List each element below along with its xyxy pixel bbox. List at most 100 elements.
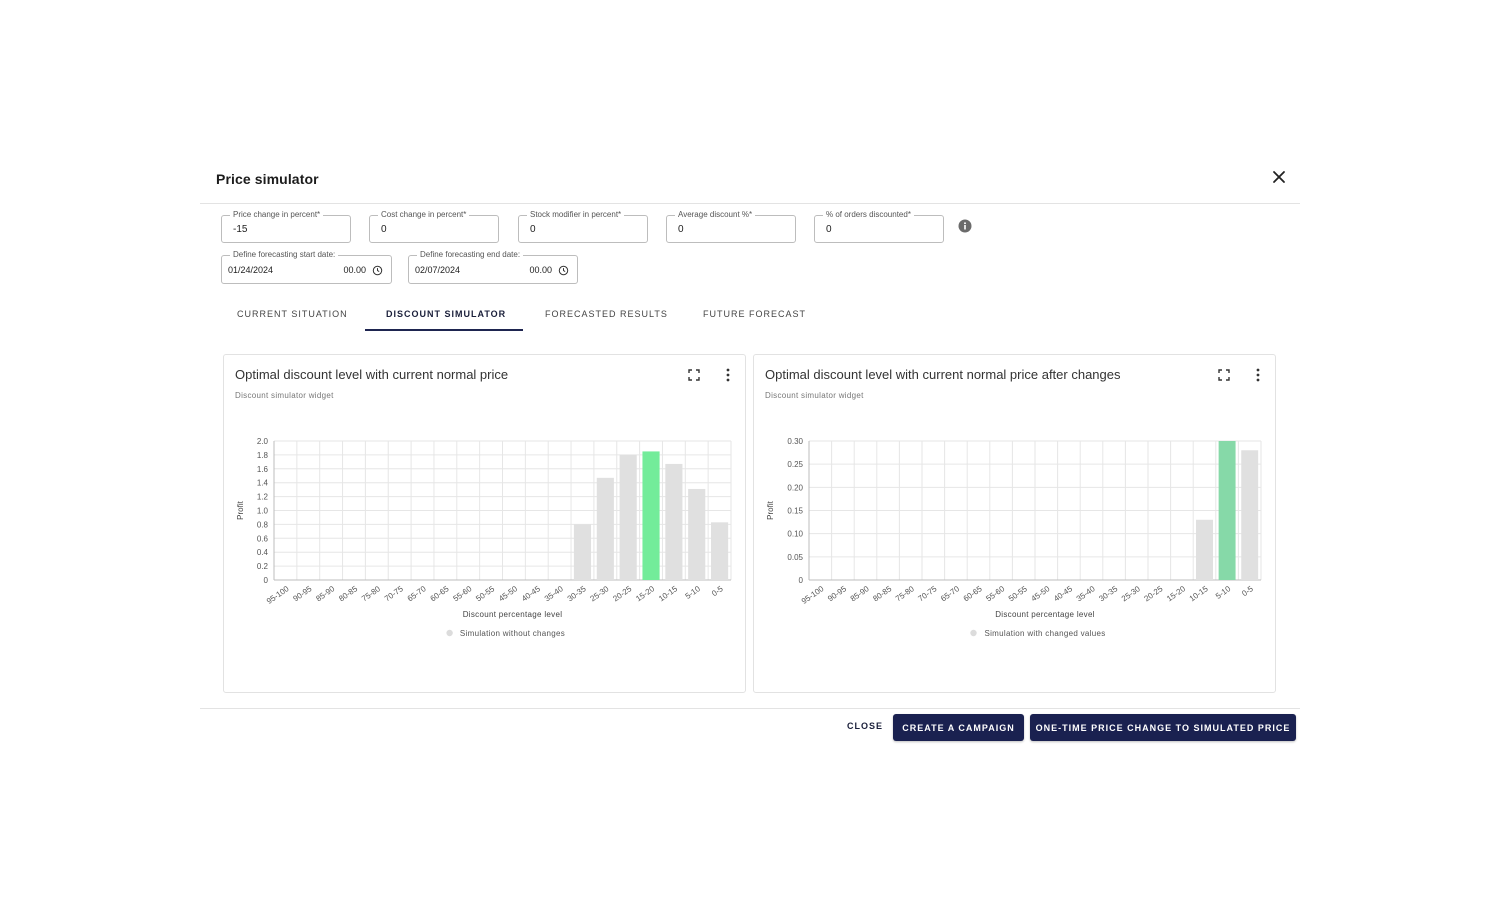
x-tick-label: 45-50 [497,584,519,603]
price-change-field[interactable]: Price change in percent* -15 [221,209,351,243]
x-tick-label: 15-20 [1165,584,1187,603]
price-change-value[interactable]: -15 [233,224,247,235]
cost-change-value[interactable]: 0 [381,224,387,235]
bar [665,463,683,580]
stock-modifier-field[interactable]: Stock modifier in percent* 0 [518,209,648,243]
orders-discounted-value[interactable]: 0 [826,224,832,235]
card-title: Optimal discount level with current norm… [235,367,509,382]
x-tick-label: 75-80 [360,584,382,603]
forecast-start-time-value[interactable]: 00.00 [343,265,366,275]
y-axis-label: Profit [236,500,245,519]
info-icon[interactable] [958,219,972,233]
more-vert-icon[interactable] [721,367,735,383]
bar [596,477,614,580]
x-tick-label: 60-65 [429,584,451,603]
y-tick-label: 2.0 [257,437,269,446]
tab-future-forecast[interactable]: FUTURE FORECAST [703,309,806,319]
x-tick-label: 85-90 [849,584,871,603]
y-tick-label: 1.4 [257,479,269,488]
more-vert-icon[interactable] [1251,367,1265,383]
bar [1196,519,1213,580]
y-tick-label: 0 [264,576,269,585]
card-subtitle: Discount simulator widget [765,391,864,400]
stock-modifier-value[interactable]: 0 [530,224,536,235]
price-change-label: Price change in percent* [230,209,324,221]
forecast-start-date-value[interactable]: 01/24/2024 [228,265,273,275]
tab-current-situation[interactable]: CURRENT SITUATION [237,309,348,319]
x-tick-label: 0-5 [1240,584,1255,598]
x-tick-label: 30-35 [566,584,588,603]
active-tab-indicator [365,329,523,331]
clock-icon[interactable] [372,265,383,276]
x-axis-label: Discount percentage level [463,610,563,619]
average-discount-value[interactable]: 0 [678,224,684,235]
x-tick-label: 35-40 [543,584,565,603]
x-tick-label: 55-60 [451,584,473,603]
clock-icon[interactable] [558,265,569,276]
close-button[interactable]: CLOSE [847,721,883,731]
chart-grid [273,440,732,581]
bar [688,488,706,580]
card-title: Optimal discount level with current norm… [765,367,1121,382]
tab-forecasted-results[interactable]: FORECASTED RESULTS [545,309,668,319]
forecast-end-date-label: Define forecasting end date: [417,249,524,261]
x-tick-label: 45-50 [1030,584,1052,603]
y-tick-label: 0.05 [787,553,803,562]
average-discount-field[interactable]: Average discount %* 0 [666,209,796,243]
optimal-bar [642,451,660,580]
x-tick-label: 80-85 [871,584,893,603]
y-tick-label: 1.8 [257,451,269,460]
x-tick-label: 15-20 [634,584,656,603]
x-tick-label: 20-25 [611,584,633,603]
forecast-end-date-field[interactable]: Define forecasting end date: 02/07/2024 … [408,249,578,284]
x-tick-label: 5-10 [1214,584,1233,601]
fullscreen-icon[interactable] [687,368,701,382]
forecast-start-date-field[interactable]: Define forecasting start date: 01/24/202… [221,249,392,284]
x-axis-label: Discount percentage level [995,610,1095,619]
y-tick-label: 1.2 [257,493,269,502]
optimal-bar [1218,441,1236,580]
y-tick-label: 0.30 [787,437,803,446]
x-tick-label: 95-100 [800,584,826,606]
one-time-price-change-button[interactable]: ONE-TIME PRICE CHANGE TO SIMULATED PRICE [1030,714,1296,741]
y-tick-label: 0.2 [257,562,269,571]
y-tick-label: 0.8 [257,520,269,529]
forecast-end-time-value[interactable]: 00.00 [529,265,552,275]
chart-card-current: Optimal discount level with current norm… [223,354,746,693]
x-tick-label: 20-25 [1143,584,1165,603]
header-divider [200,203,1300,204]
x-tick-label: 80-85 [337,584,359,603]
fullscreen-icon[interactable] [1217,368,1231,382]
create-campaign-button[interactable]: CREATE A CAMPAIGN [893,714,1024,741]
bar [1241,450,1259,580]
profit-bar-chart-current: 0 0.2 0.4 0.6 0.8 1.0 1.2 1.4 1.6 1.8 2.0 95-100 90-… [236,437,732,638]
x-tick-label: 90-95 [291,584,313,603]
y-tick-label: 0.10 [787,530,803,539]
x-tick-label: 55-60 [984,584,1006,603]
chart-grid [808,440,1262,581]
x-tick-label: 25-30 [589,584,611,603]
y-tick-label: 0.25 [787,460,803,469]
orders-discounted-field[interactable]: % of orders discounted* 0 [814,209,944,243]
close-icon[interactable] [1270,168,1288,186]
x-tick-label: 5-10 [684,584,703,601]
orders-discounted-label: % of orders discounted* [823,209,914,221]
x-tick-label: 70-75 [917,584,939,603]
x-tick-label: 0-5 [710,584,725,598]
x-tick-label: 40-45 [1052,584,1074,603]
x-tick-label: 95-100 [265,584,291,606]
tab-discount-simulator[interactable]: DISCOUNT SIMULATOR [386,309,506,319]
y-axis-label: Profit [766,500,775,519]
y-tick-label: 0.6 [257,534,269,543]
legend-marker [446,629,453,637]
forecast-end-date-value[interactable]: 02/07/2024 [415,265,460,275]
x-tick-label: 60-65 [962,584,984,603]
x-tick-label: 65-70 [406,584,428,603]
x-tick-label: 40-45 [520,584,542,603]
x-tick-label: 65-70 [939,584,961,603]
profit-bar-chart-after-changes: 0 0.05 0.10 0.15 0.20 0.25 0.30 95-100 90-95 85-9… [766,437,1262,638]
price-simulator-dialog: Price simulator Price change in percent*… [200,160,1300,750]
cost-change-field[interactable]: Cost change in percent* 0 [369,209,499,243]
bar [711,522,729,580]
chart-card-after-changes: Optimal discount level with current norm… [753,354,1276,693]
